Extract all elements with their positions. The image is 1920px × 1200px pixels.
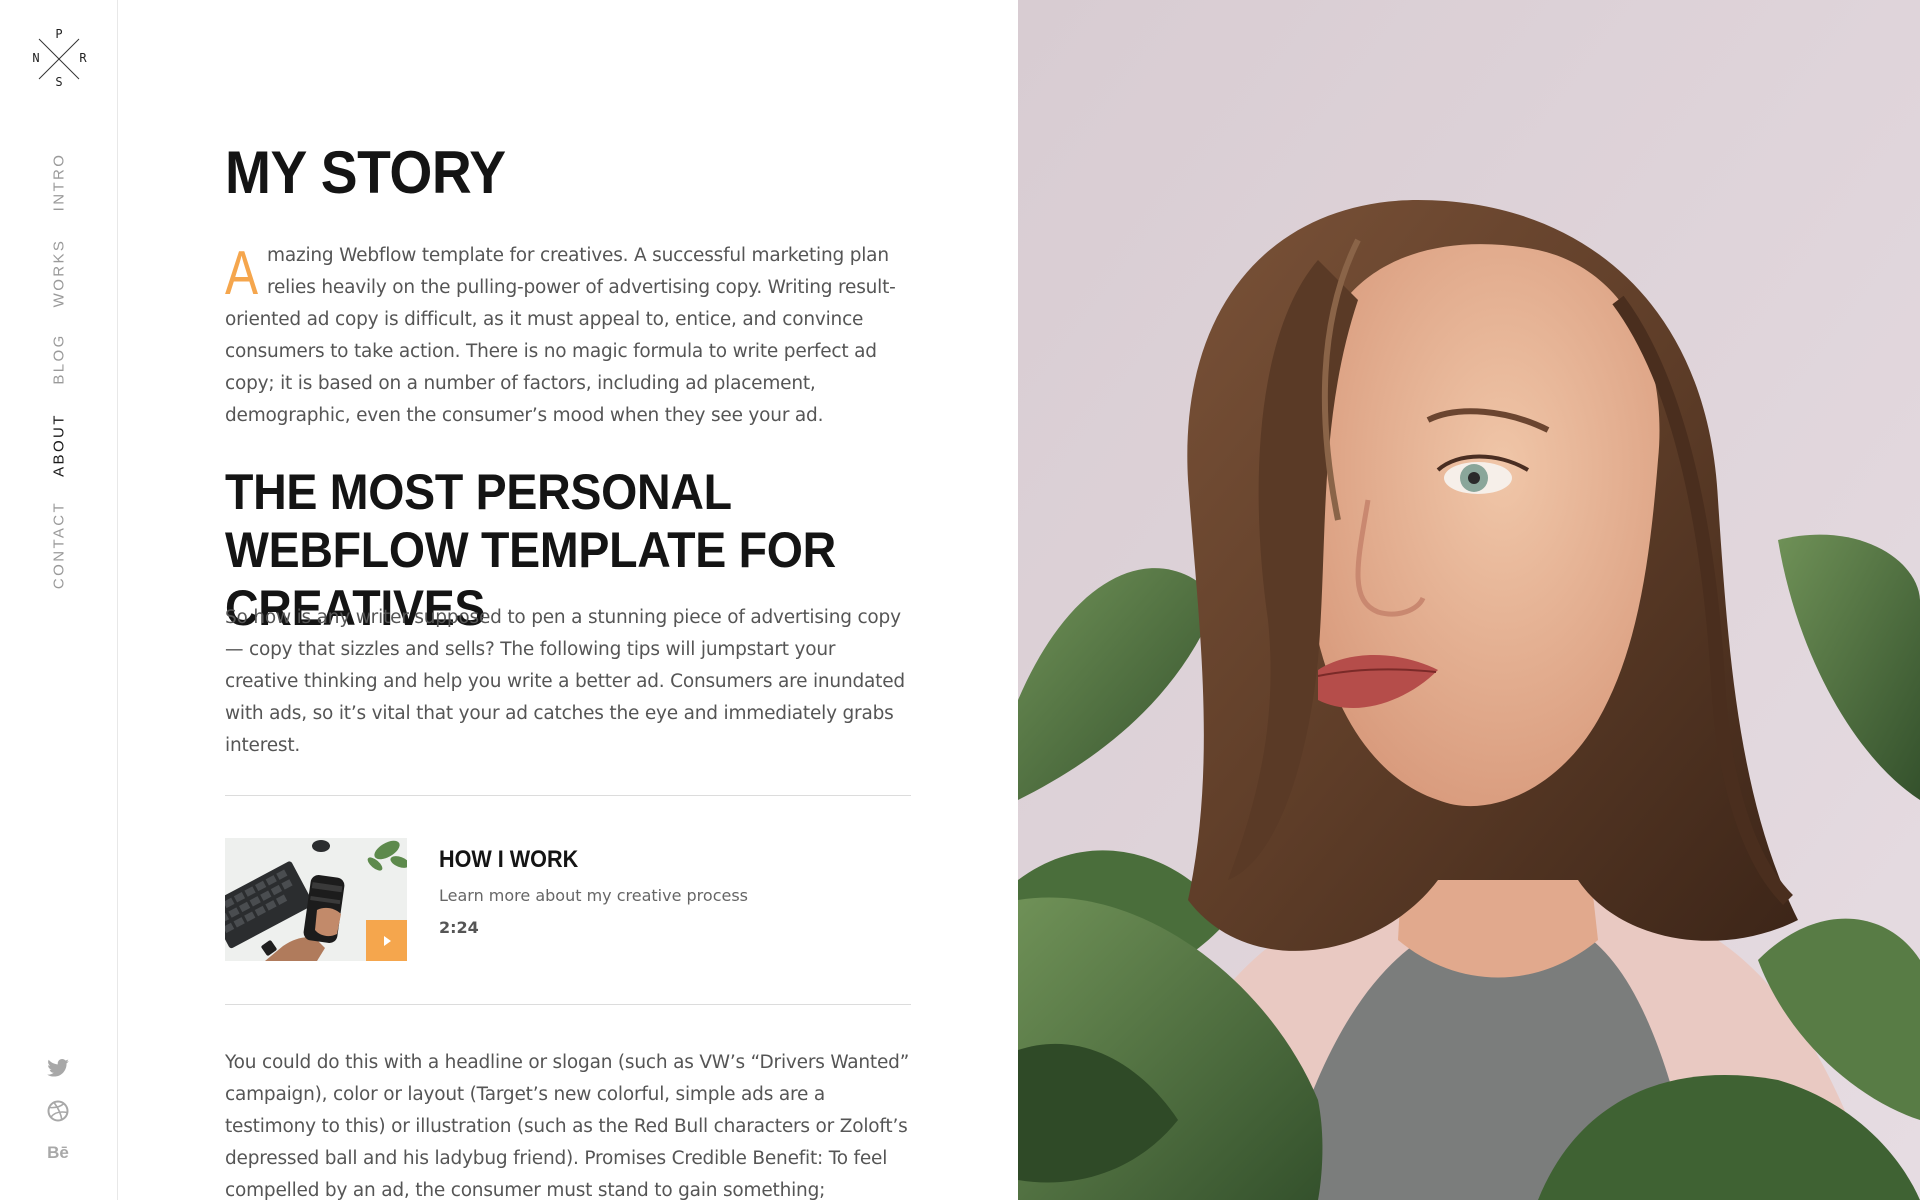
dribbble-icon[interactable] (47, 1100, 69, 1122)
sidebar: P N R S INTRO WORKS BLOG ABOUT CONTACT B… (0, 0, 118, 1200)
nav-item-contact[interactable]: CONTACT (51, 501, 68, 589)
video-subtitle: Learn more about my creative process (439, 886, 748, 905)
nav-item-works[interactable]: WORKS (51, 239, 68, 308)
logo-letter-s: S (55, 75, 63, 89)
play-button[interactable] (366, 920, 407, 961)
portrait-photo (1018, 0, 1920, 1200)
video-duration: 2:24 (439, 918, 479, 937)
nav-item-blog[interactable]: BLOG (51, 333, 68, 384)
logo-letter-n: N (32, 51, 40, 65)
logo-letter-p: P (55, 27, 63, 41)
intro-paragraph: Amazing Webflow template for creatives. … (225, 240, 911, 432)
nav-item-about[interactable]: ABOUT (51, 413, 68, 477)
divider (225, 1004, 911, 1005)
play-icon (383, 935, 391, 946)
intro-text: mazing Webflow template for creatives. A… (225, 245, 896, 426)
page-title: MY STORY (225, 139, 506, 206)
divider (225, 795, 911, 796)
paragraph-3: You could do this with a headline or slo… (225, 1052, 910, 1200)
twitter-icon[interactable] (47, 1059, 69, 1077)
logo-letter-r: R (79, 51, 87, 65)
video-thumbnail[interactable] (225, 838, 407, 961)
behance-icon[interactable]: Bē (47, 1143, 69, 1163)
dropcap: A (225, 239, 258, 308)
nav-item-intro[interactable]: INTRO (51, 153, 68, 212)
video-title[interactable]: HOW I WORK (439, 846, 578, 874)
paragraph-2: So how is any writer supposed to pen a s… (225, 607, 905, 756)
logo[interactable]: P N R S (30, 27, 88, 89)
